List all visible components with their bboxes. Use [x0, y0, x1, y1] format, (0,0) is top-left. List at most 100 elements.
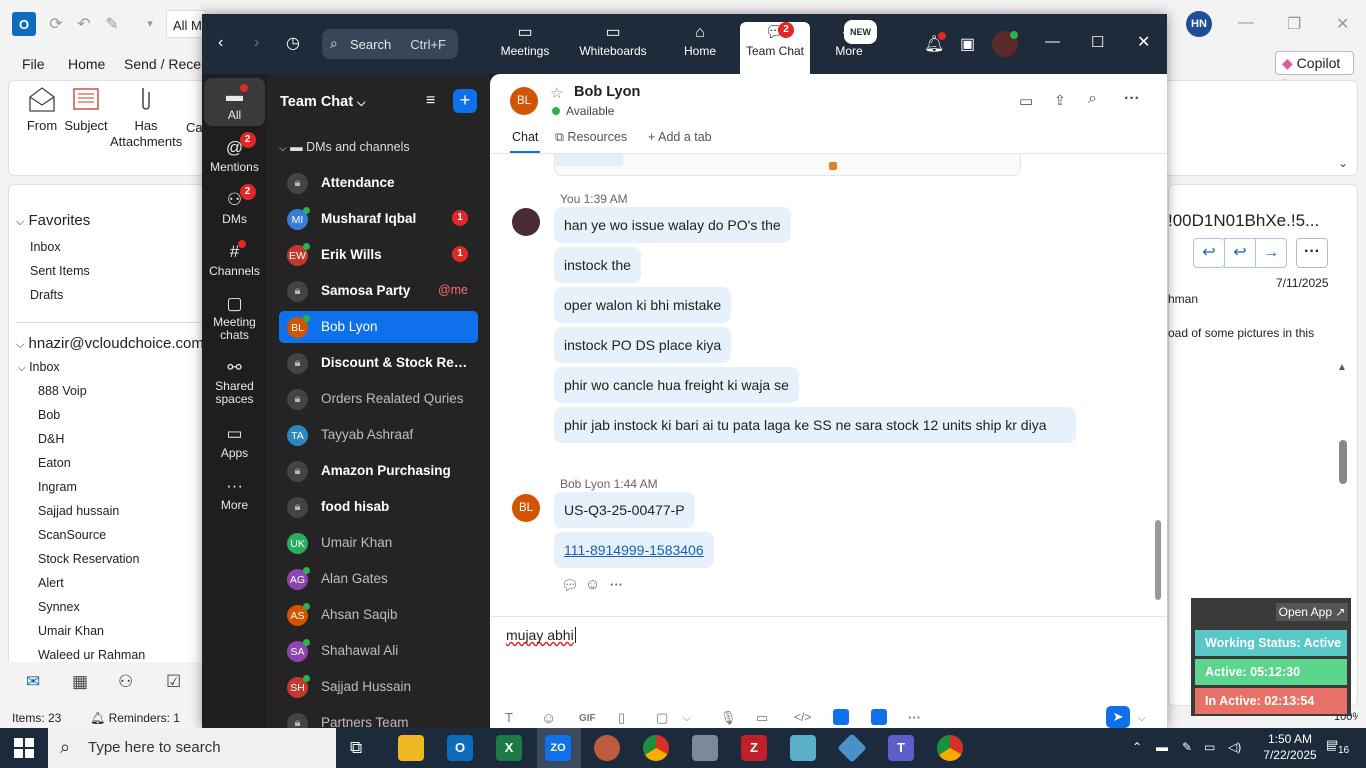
chat-item[interactable]: MI Musharaf Iqbal 1	[279, 203, 478, 235]
folder-item[interactable]: Umair Khan	[38, 624, 104, 638]
notification-bell-icon[interactable]: 🔔︎	[924, 32, 946, 54]
add-reaction-icon[interactable]: ☺	[585, 576, 600, 593]
forward-button[interactable]: →	[1255, 238, 1287, 268]
tray-chevron-icon[interactable]: ⌃	[1132, 740, 1142, 754]
menu-file[interactable]: File	[22, 56, 45, 72]
search-chat-icon[interactable]: ⌕	[1088, 90, 1097, 108]
tab-chat[interactable]: Chat	[512, 130, 538, 144]
folder-item[interactable]: 888 Voip	[38, 384, 87, 398]
reading-scrollbar-thumb[interactable]	[1339, 440, 1347, 484]
open-app-button[interactable]: Open App ↗	[1276, 603, 1348, 621]
minimize-icon[interactable]: —	[1238, 14, 1254, 32]
message-more-icon[interactable]: ···	[610, 577, 623, 592]
people-icon[interactable]: ⚇	[118, 672, 133, 692]
forward-arrow-icon[interactable]: ›	[254, 34, 259, 52]
chat-item-selected[interactable]: BL Bob Lyon	[279, 311, 478, 343]
app-icon[interactable]	[790, 735, 816, 761]
tray-icon[interactable]: ▬	[1156, 740, 1168, 754]
tab-team-chat[interactable]: 💬︎ 2 Team Chat	[740, 22, 810, 74]
code-icon[interactable]: </>	[794, 710, 811, 724]
reply-thread-icon[interactable]: 💬︎	[561, 577, 579, 594]
message-bubble[interactable]: US-Q3-25-00477-P	[554, 492, 695, 528]
favorite-sent[interactable]: Sent Items	[30, 264, 90, 278]
composer-more-icon[interactable]: ···	[908, 710, 921, 725]
favorite-drafts[interactable]: Drafts	[30, 288, 63, 302]
team-chat-title[interactable]: Team Chat ⌵	[280, 94, 365, 110]
folder-item[interactable]: Eaton	[38, 456, 71, 470]
filter-category-button[interactable]: Cat	[186, 120, 202, 135]
message-bubble[interactable]: instock PO DS place kiya	[554, 327, 732, 363]
folder-item[interactable]: Alert	[38, 576, 64, 590]
outlook-taskbar-icon[interactable]: O	[447, 735, 473, 761]
more-actions-button[interactable]: ···	[1296, 238, 1328, 268]
maximize-icon[interactable]: ❐	[1287, 14, 1301, 34]
dropdown-icon[interactable]: ▾	[140, 17, 160, 37]
tab-meetings[interactable]: ▭ Meetings	[490, 22, 560, 58]
chat-item[interactable]: AS Ahsan Saqib	[279, 599, 478, 631]
rail-dms[interactable]: ⚇ 2 DMs	[204, 184, 265, 226]
chat-item[interactable]: SA Shahawal Ali	[279, 635, 478, 667]
calendar-icon[interactable]: ▣	[960, 34, 975, 54]
filezilla-icon[interactable]: Z	[741, 735, 767, 761]
chevron-down-icon[interactable]: ⌵	[683, 713, 691, 724]
tasks-icon[interactable]: ☑	[166, 672, 181, 692]
chat-item[interactable]: 🔒︎Discount & Stock Reservation	[279, 347, 478, 379]
taskbar-search[interactable]: ⌕ Type here to search	[48, 728, 336, 768]
chat-item[interactable]: UK Umair Khan	[279, 527, 478, 559]
video-call-icon[interactable]: ▭	[1019, 92, 1033, 110]
folder-item[interactable]: Stock Reservation	[38, 552, 139, 566]
more-options-icon[interactable]: ···	[1124, 90, 1140, 108]
account-header[interactable]: ⌵ hnazir@vcloudchoice.com	[16, 335, 204, 352]
tab-add[interactable]: + Add a tab	[648, 130, 712, 144]
volume-icon[interactable]: ◁)	[1228, 740, 1241, 754]
menu-home[interactable]: Home	[68, 56, 105, 72]
compose-icon[interactable]: ✎	[102, 14, 122, 34]
section-dms-channels[interactable]: ⌵ ▬ DMs and channels	[279, 140, 410, 154]
send-options-icon[interactable]: ⌵	[1138, 713, 1146, 724]
notification-center-icon[interactable]: ▤ 16	[1326, 737, 1352, 759]
clock[interactable]: 1:50 AM 7/22/2025	[1256, 731, 1324, 763]
filter-icon[interactable]: ≡	[426, 92, 435, 110]
scroll-up-icon[interactable]: ▲	[1337, 362, 1347, 373]
zoom-maximize-icon[interactable]: ☐	[1091, 33, 1104, 51]
close-icon[interactable]: ✕	[1336, 14, 1349, 34]
folder-item[interactable]: D&H	[38, 432, 64, 446]
screenshot-icon[interactable]: ▢	[656, 710, 668, 726]
attachment-preview[interactable]	[554, 154, 1021, 176]
format-text-icon[interactable]: T	[505, 710, 513, 725]
zoom-search[interactable]: ⌕ Search Ctrl+F	[322, 29, 458, 59]
chat-item[interactable]: TA Tayyab Ashraaf	[279, 419, 478, 451]
zoom-minimize-icon[interactable]: —	[1045, 33, 1060, 50]
file-explorer-icon[interactable]	[398, 735, 424, 761]
rail-mentions[interactable]: @2 Mentions	[204, 132, 265, 174]
folder-item[interactable]: Synnex	[38, 600, 80, 614]
microphone-icon[interactable]: 🎙︎	[720, 710, 737, 726]
network-icon[interactable]: ▭	[1204, 740, 1215, 754]
windows-start-icon[interactable]	[14, 738, 34, 758]
copilot-button[interactable]: ◆ Copilot ▾	[1275, 51, 1354, 88]
mail-icon[interactable]: ✉	[26, 672, 40, 692]
chat-item[interactable]: SH Sajjad Hussain	[279, 671, 478, 703]
chat-item[interactable]: 🔒︎ food hisab	[279, 491, 478, 523]
share-screen-icon[interactable]: ⇪	[1054, 92, 1066, 109]
sender-avatar[interactable]: BL	[512, 494, 540, 522]
app-shortcut-icon[interactable]	[833, 709, 849, 725]
message-bubble[interactable]: phir jab instock ki bari ai tu pata laga…	[554, 407, 1076, 443]
chrome-icon[interactable]	[937, 735, 963, 761]
ribbon-expand-icon[interactable]: ⌄	[1338, 156, 1348, 170]
zoom-app-icon[interactable]: ZO	[545, 735, 571, 761]
message-bubble[interactable]: oper walon ki bhi mistake	[554, 287, 732, 323]
chat-item[interactable]: 🔒︎ Samosa Party @me	[279, 275, 478, 307]
attach-file-icon[interactable]: ▯	[618, 710, 625, 726]
message-link[interactable]: 111-8914999-1583406	[554, 532, 714, 568]
chat-item[interactable]: EW Erik Wills 1	[279, 239, 478, 271]
chat-item[interactable]: AG Alan Gates	[279, 563, 478, 595]
contact-avatar[interactable]: BL	[510, 87, 538, 115]
message-bubble[interactable]: phir wo cancle hua freight ki waja se	[554, 367, 799, 403]
rail-channels[interactable]: # Channels	[204, 240, 265, 278]
tab-home[interactable]: ⌂ Home	[665, 22, 735, 58]
gif-icon[interactable]: GIF	[579, 713, 596, 724]
chat-item[interactable]: 🔒︎ Amazon Purchasing	[279, 455, 478, 487]
favorites-header[interactable]: ⌵ Favorites	[16, 212, 90, 229]
chat-scrollbar-thumb[interactable]	[1155, 520, 1161, 600]
